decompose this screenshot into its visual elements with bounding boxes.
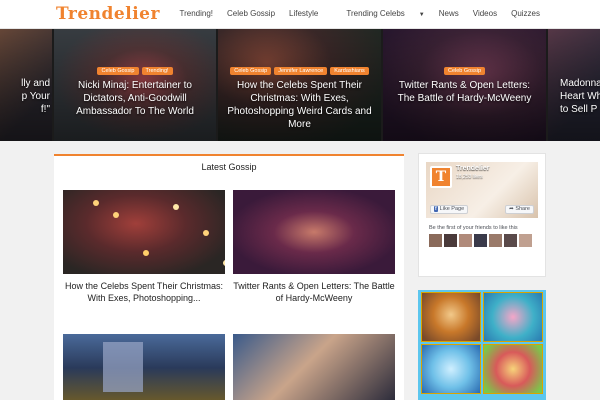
- avatar[interactable]: [489, 234, 502, 247]
- slide-tags: Celeb Gossip: [383, 67, 546, 75]
- nav-item-news[interactable]: News: [439, 9, 459, 18]
- slide-title[interactable]: Nicki Minaj: Entertainer to Dictators, A…: [62, 79, 208, 118]
- card-image[interactable]: [63, 190, 225, 274]
- slide-title: lly and p Your f!": [21, 78, 50, 115]
- nav-item-trending[interactable]: Trending!: [180, 9, 214, 18]
- ad-tile[interactable]: [483, 344, 543, 394]
- fb-like-page-label: Like Page: [439, 206, 465, 212]
- card-title[interactable]: Twitter Rants & Open Letters: The Battle…: [233, 280, 395, 304]
- fb-cover-image[interactable]: T Trendelier 18,253 likes f Like Page ➦ S…: [426, 162, 538, 218]
- card-image[interactable]: [233, 190, 395, 274]
- avatar[interactable]: [429, 234, 442, 247]
- fb-like-page-button[interactable]: f Like Page: [430, 205, 469, 214]
- slide-title: Madonna Heart Wh to Sell P: [560, 78, 600, 115]
- ad-tile[interactable]: [421, 344, 481, 394]
- site-header: Trendelier Trending! Celeb Gossip Lifest…: [0, 0, 600, 29]
- card-title[interactable]: How the Celebs Spent Their Christmas: Wi…: [63, 280, 225, 304]
- main-nav: Trending! Celeb Gossip Lifestyle Trendin…: [166, 9, 541, 18]
- tag-kardashians[interactable]: Kardashians: [330, 67, 369, 75]
- slide-partial-right[interactable]: Madonna Heart Wh to Sell P: [548, 29, 600, 141]
- nav-item-videos[interactable]: Videos: [473, 9, 497, 18]
- facebook-icon: f: [434, 206, 438, 212]
- trendelier-logo-icon: T: [430, 166, 452, 188]
- section-title: Latest Gossip: [201, 162, 257, 172]
- tag-celeb-gossip[interactable]: Celeb Gossip: [443, 67, 486, 75]
- tag-jennifer-lawrence[interactable]: Jennifer Lawrence: [274, 67, 328, 75]
- tag-celeb-gossip[interactable]: Celeb Gossip: [97, 67, 139, 75]
- fb-friend-faces: [429, 234, 532, 247]
- lights-decoration: [93, 200, 99, 206]
- facebook-page-widget: T Trendelier 18,253 likes f Like Page ➦ S…: [418, 153, 546, 277]
- ad-tile[interactable]: [483, 292, 543, 342]
- nav-item-trending-celebs-label: Trending Celebs: [346, 9, 405, 18]
- avatar[interactable]: [519, 234, 532, 247]
- featured-slider: lly and p Your f!" Celeb Gossip Trending…: [0, 29, 600, 141]
- slide-tags: Celeb Gossip Jennifer Lawrence Kardashia…: [218, 67, 381, 75]
- ad-tile[interactable]: [421, 292, 481, 342]
- slide-partial-left[interactable]: lly and p Your f!": [0, 29, 52, 141]
- site-logo[interactable]: Trendelier: [56, 4, 160, 24]
- avatar[interactable]: [459, 234, 472, 247]
- slide-celebs-christmas[interactable]: Celeb Gossip Jennifer Lawrence Kardashia…: [218, 29, 381, 141]
- stage-screen: [103, 342, 143, 392]
- nav-item-celeb-gossip[interactable]: Celeb Gossip: [227, 9, 275, 18]
- latest-gossip-section: Latest Gossip How the Celebs Spent Their…: [54, 154, 404, 400]
- chevron-down-icon: ▼: [418, 12, 425, 18]
- slide-nicki-minaj[interactable]: Celeb Gossip Trending! Nicki Minaj: Ente…: [54, 29, 216, 141]
- fb-page-name[interactable]: Trendelier: [456, 165, 489, 172]
- avatar[interactable]: [444, 234, 457, 247]
- card-image[interactable]: [63, 334, 225, 400]
- avatar[interactable]: [474, 234, 487, 247]
- slide-title[interactable]: How the Celebs Spent Their Christmas: Wi…: [226, 79, 373, 131]
- tag-trending[interactable]: Trending!: [141, 67, 173, 75]
- nav-item-lifestyle[interactable]: Lifestyle: [289, 9, 318, 18]
- slide-tags: Celeb Gossip Trending!: [54, 67, 216, 75]
- fb-like-count: 18,253 likes: [456, 174, 483, 180]
- tag-celeb-gossip[interactable]: Celeb Gossip: [230, 67, 272, 75]
- nav-item-trending-celebs[interactable]: Trending Celebs ▼: [332, 9, 424, 18]
- avatar[interactable]: [504, 234, 517, 247]
- slide-title[interactable]: Twitter Rants & Open Letters: The Battle…: [391, 79, 538, 105]
- slide-hardy-mcweeny[interactable]: Celeb Gossip Twitter Rants & Open Letter…: [383, 29, 546, 141]
- sidebar-ad[interactable]: [418, 290, 546, 400]
- nav-item-quizzes[interactable]: Quizzes: [511, 9, 540, 18]
- card-image[interactable]: [233, 334, 395, 400]
- fb-share-label: Share: [515, 206, 530, 212]
- fb-share-button[interactable]: ➦ Share: [505, 205, 534, 214]
- fb-friends-text: Be the first of your friends to like thi…: [429, 225, 518, 231]
